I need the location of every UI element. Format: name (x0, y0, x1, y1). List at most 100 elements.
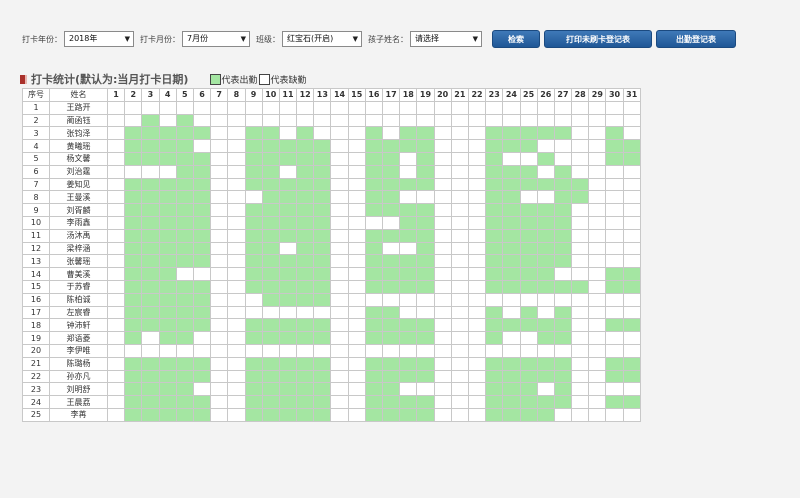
attendance-absent-cell (553, 343, 573, 358)
attendance-absent-cell (261, 100, 280, 115)
attendance-present-cell (192, 395, 212, 409)
student-name: 梁梓涵 (49, 241, 108, 256)
student-name: 陈璐杨 (49, 356, 108, 371)
attendance-present-cell (364, 151, 384, 166)
attendance-present-cell (536, 267, 555, 281)
row-seq: 1 (22, 100, 50, 115)
attendance-absent-cell (433, 139, 452, 153)
month-select[interactable]: 7月份 ▼ (182, 31, 250, 47)
attendance-absent-cell (141, 100, 160, 115)
attendance-absent-cell (605, 203, 624, 217)
attendance-absent-cell (536, 343, 555, 358)
attendance-absent-cell (330, 164, 349, 179)
attendance-absent-cell (450, 177, 469, 192)
attendance-absent-cell (416, 343, 435, 358)
print-unswiped-button[interactable]: 打印未刷卡登记表 (544, 30, 652, 48)
attendance-present-cell (485, 139, 504, 153)
attendance-absent-cell (588, 113, 607, 128)
attendance-absent-cell (106, 356, 126, 371)
row-seq: 14 (22, 267, 50, 281)
attendance-absent-cell (450, 254, 469, 269)
row-seq: 23 (22, 382, 50, 397)
attendance-absent-cell (399, 292, 418, 307)
attendance-present-cell (519, 279, 538, 294)
attendance-absent-cell (433, 382, 452, 397)
attendance-present-cell (244, 382, 263, 397)
search-button[interactable]: 检索 (492, 30, 540, 48)
attendance-absent-cell (433, 100, 452, 115)
attendance-present-cell (296, 164, 315, 179)
student-name: 蔺函钰 (49, 113, 108, 128)
attendance-absent-cell (553, 139, 573, 153)
attendance-present-cell (571, 190, 590, 205)
attendance-present-cell (502, 395, 521, 409)
attendance-absent-cell (278, 343, 298, 358)
attendance-absent-cell (467, 407, 487, 422)
year-select[interactable]: 2018年 ▼ (64, 31, 134, 47)
attendance-present-cell (296, 369, 315, 384)
student-name: 郑语菱 (49, 331, 108, 345)
attendance-present-cell (296, 228, 315, 243)
attendance-absent-cell (227, 139, 246, 153)
attendance-present-cell (536, 241, 555, 256)
attendance-present-cell (244, 279, 263, 294)
attendance-absent-cell (192, 331, 212, 345)
attendance-present-cell (192, 279, 212, 294)
attendance-absent-cell (588, 343, 607, 358)
attendance-present-cell (502, 203, 521, 217)
attendance-absent-cell (330, 215, 349, 230)
attendance-present-cell (192, 241, 212, 256)
attendance-absent-cell (347, 343, 366, 358)
attendance-present-cell (124, 151, 143, 166)
attendance-absent-cell (450, 139, 469, 153)
attendance-present-cell (416, 369, 435, 384)
attendance-present-cell (416, 395, 435, 409)
attendance-present-cell (502, 228, 521, 243)
attendance-present-cell (536, 177, 555, 192)
attendance-present-cell (124, 356, 143, 371)
attendance-absent-cell (106, 113, 126, 128)
attendance-present-cell (261, 292, 280, 307)
attendance-absent-cell (553, 100, 573, 115)
attendance-absent-cell (330, 395, 349, 409)
attendance-present-cell (553, 279, 573, 294)
attendance-absent-cell (227, 343, 246, 358)
row-seq: 5 (22, 151, 50, 166)
attendance-present-cell (261, 203, 280, 217)
attendance-absent-cell (467, 318, 487, 333)
attendance-absent-cell (433, 267, 452, 281)
attendance-present-cell (381, 139, 401, 153)
attendance-present-cell (485, 395, 504, 409)
attendance-absent-cell (210, 407, 229, 422)
attendance-absent-cell (485, 343, 504, 358)
class-select[interactable]: 红宝石(开启) ▼ (282, 31, 362, 47)
attendance-absent-cell (210, 215, 229, 230)
attendance-register-button[interactable]: 出勤登记表 (656, 30, 736, 48)
attendance-present-cell (124, 267, 143, 281)
attendance-present-cell (141, 241, 160, 256)
attendance-absent-cell (210, 164, 229, 179)
attendance-absent-cell (106, 407, 126, 422)
header-day-16: 16 (364, 88, 384, 102)
attendance-present-cell (124, 331, 143, 345)
attendance-present-cell (244, 164, 263, 179)
attendance-absent-cell (588, 267, 607, 281)
attendance-absent-cell (433, 113, 452, 128)
attendance-absent-cell (210, 139, 229, 153)
attendance-present-cell (364, 267, 384, 281)
header-day-21: 21 (450, 88, 469, 102)
attendance-absent-cell (571, 369, 590, 384)
attendance-absent-cell (347, 151, 366, 166)
attendance-absent-cell (605, 177, 624, 192)
attendance-present-cell (296, 318, 315, 333)
attendance-present-cell (485, 369, 504, 384)
attendance-absent-cell (588, 331, 607, 345)
attendance-absent-cell (347, 241, 366, 256)
attendance-absent-cell (450, 382, 469, 397)
child-select[interactable]: 请选择 ▼ (410, 31, 482, 47)
row-seq: 18 (22, 318, 50, 333)
attendance-absent-cell (227, 382, 246, 397)
attendance-present-cell (553, 305, 573, 320)
student-name: 钟沛轩 (49, 318, 108, 333)
attendance-present-cell (158, 331, 177, 345)
